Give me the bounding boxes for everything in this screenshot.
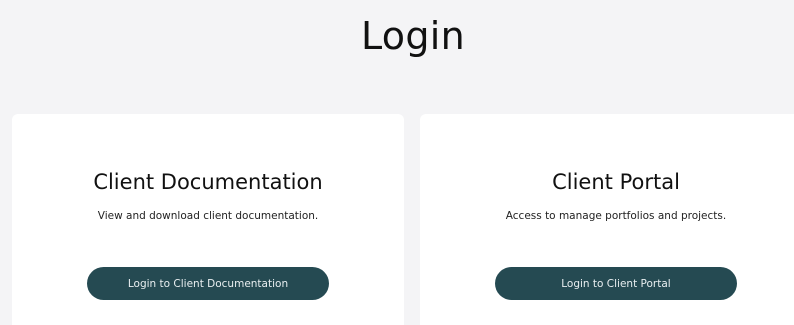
login-client-documentation-button[interactable]: Login to Client Documentation	[87, 267, 329, 300]
login-client-portal-button[interactable]: Login to Client Portal	[495, 267, 737, 300]
page-title: Login	[360, 14, 465, 58]
card-title: Client Documentation	[93, 170, 323, 194]
client-portal-card: Client Portal Access to manage portfolio…	[420, 114, 794, 325]
card-description: Access to manage portfolios and projects…	[505, 210, 727, 222]
card-description: View and download client documentation.	[97, 210, 319, 222]
card-title: Client Portal	[552, 170, 680, 194]
client-documentation-card: Client Documentation View and download c…	[12, 114, 404, 325]
login-page: Login Client Documentation View and down…	[0, 0, 794, 325]
